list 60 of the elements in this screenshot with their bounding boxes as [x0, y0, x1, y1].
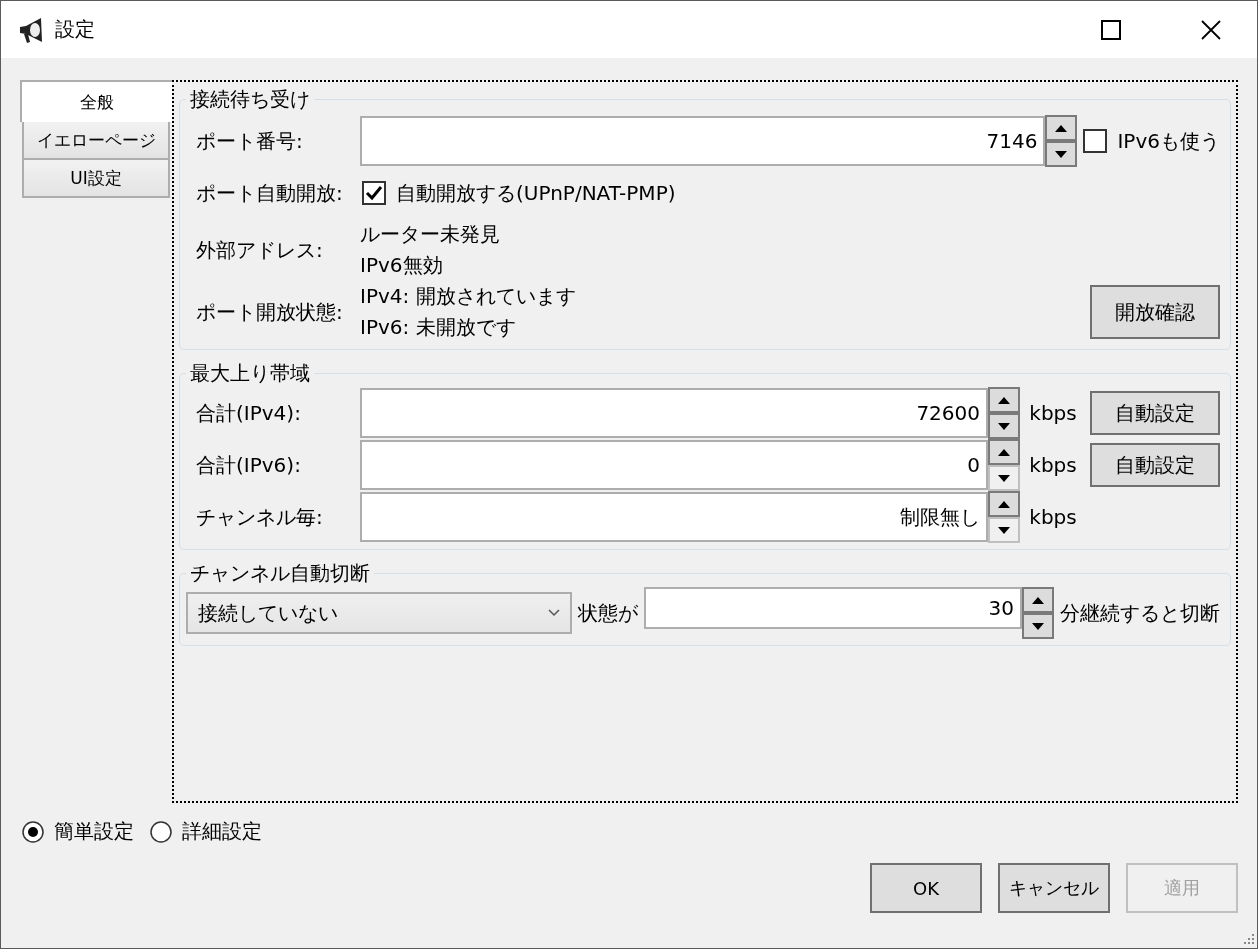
status-text: IPv6: 未開放です: [360, 314, 517, 341]
checkmark-icon: [365, 185, 383, 201]
spin-up-button[interactable]: [988, 491, 1020, 517]
input-field[interactable]: 0: [360, 440, 988, 490]
down-arrow-icon: [996, 472, 1012, 484]
condition-dropdown[interactable]: 接続していない: [186, 592, 572, 634]
unit-label: kbps: [1028, 453, 1078, 477]
spin-down-button[interactable]: [988, 517, 1020, 543]
checkbox-label: IPv6も使う: [1117, 127, 1220, 155]
down-arrow-icon: [996, 524, 1012, 536]
spin-up-button[interactable]: [1022, 587, 1054, 613]
tab[interactable]: イエローページ: [22, 122, 170, 160]
spin-down-button[interactable]: [988, 465, 1020, 491]
group-title: 最大上り帯域: [189, 360, 311, 387]
field-label: ポート番号:: [195, 127, 304, 155]
input-field[interactable]: 72600: [360, 388, 988, 438]
input-field[interactable]: 制限無し: [360, 492, 988, 542]
auto-set-button[interactable]: 自動設定: [1090, 443, 1220, 487]
group-title: チャンネル自動切断: [189, 560, 371, 587]
spin-up-button[interactable]: [988, 439, 1020, 465]
maximize-icon: [1100, 18, 1122, 41]
chevron-down-icon: [548, 609, 560, 617]
down-arrow-icon: [996, 420, 1012, 432]
minutes-field[interactable]: 30: [644, 587, 1022, 629]
down-arrow-icon: [1053, 148, 1070, 160]
status-text: IPv6無効: [360, 252, 444, 279]
spin-up-button[interactable]: [988, 387, 1020, 413]
group-title: 接続待ち受け: [189, 86, 311, 113]
field-label: ポート自動開放:: [195, 179, 344, 207]
close-icon: [1200, 18, 1222, 41]
checkbox[interactable]: [1083, 129, 1108, 153]
spin-down-button[interactable]: [1022, 613, 1054, 639]
mode-radio[interactable]: 詳細設定: [150, 818, 262, 845]
status-text: IPv4: 開放されています: [360, 283, 576, 310]
check-button[interactable]: 開放確認: [1090, 285, 1220, 339]
field-label: 状態が: [578, 599, 638, 627]
dialog-button[interactable]: OK: [870, 863, 982, 913]
resize-grip-icon: [1241, 932, 1255, 946]
unit-label: kbps: [1028, 401, 1078, 425]
spin-down-button[interactable]: [1045, 141, 1078, 167]
field-label: 分継続すると切断: [1060, 599, 1220, 627]
field-label: ポート開放状態:: [195, 298, 344, 326]
dialog-button[interactable]: キャンセル: [998, 863, 1110, 913]
field-label: チャンネル毎:: [195, 503, 324, 531]
window-title: 設定: [55, 16, 95, 43]
down-arrow-icon: [1030, 620, 1046, 632]
field-label: 合計(IPv4):: [195, 399, 302, 427]
spin-down-button[interactable]: [988, 413, 1020, 439]
tab[interactable]: UI設定: [22, 160, 170, 198]
unit-label: kbps: [1028, 505, 1078, 529]
status-text: ルーター未発見: [360, 221, 500, 248]
field-label: 外部アドレス:: [195, 236, 324, 264]
checkbox-label: 自動開放する(UPnP/NAT-PMP): [396, 179, 676, 207]
tab[interactable]: 全般: [20, 80, 172, 122]
checkbox[interactable]: [362, 181, 386, 205]
field-label: 合計(IPv6):: [195, 451, 302, 479]
port-field[interactable]: 7146: [360, 116, 1046, 166]
auto-set-button[interactable]: 自動設定: [1090, 391, 1220, 435]
spin-up-button[interactable]: [1045, 115, 1078, 141]
mode-radio[interactable]: 簡単設定: [22, 818, 134, 845]
